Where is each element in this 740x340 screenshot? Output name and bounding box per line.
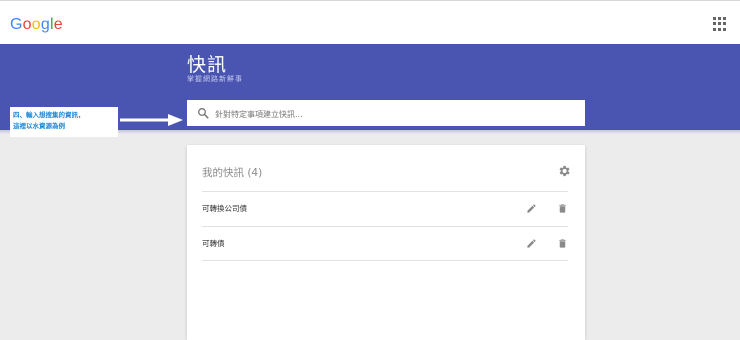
search-input[interactable] xyxy=(213,104,577,124)
search-icon xyxy=(198,108,209,119)
my-alerts-card: 我的快訊 (4) 可轉換公司債 可轉債 xyxy=(187,145,585,340)
page-subtitle: 掌握網路新鮮事 xyxy=(187,75,243,83)
annotation-arrow-icon xyxy=(120,114,183,126)
annotation-line-2: 這裡以水資源為例 xyxy=(13,122,65,130)
search-box[interactable] xyxy=(187,100,585,126)
annotation-line-1: 四、輸入想搜集的資訊， xyxy=(13,111,85,119)
gear-icon[interactable] xyxy=(557,164,571,178)
google-logo[interactable]: Google xyxy=(10,16,63,34)
logo-letter-g: G xyxy=(10,16,23,33)
apps-grid-icon[interactable] xyxy=(713,17,727,31)
alert-row[interactable]: 可轉換公司債 xyxy=(202,191,568,225)
alert-label: 可轉換公司債 xyxy=(202,204,247,213)
logo-letter-o1: o xyxy=(22,16,32,33)
top-bar: Google xyxy=(0,0,740,44)
alert-row[interactable]: 可轉債 xyxy=(202,226,568,260)
logo-letter-g2: g xyxy=(40,16,50,33)
my-alerts-title: 我的快訊 (4) xyxy=(202,167,263,179)
pencil-icon[interactable] xyxy=(526,238,537,249)
pencil-icon[interactable] xyxy=(526,203,537,214)
alert-label: 可轉債 xyxy=(202,239,225,248)
list-divider xyxy=(202,260,568,261)
logo-letter-e: e xyxy=(53,16,63,33)
logo-letter-o2: o xyxy=(31,16,41,33)
trash-icon[interactable] xyxy=(557,203,568,214)
trash-icon[interactable] xyxy=(557,238,568,249)
annotation-callout: 四、輸入想搜集的資訊， 這裡以水資源為例 xyxy=(10,107,118,137)
page-title: 快訊 xyxy=(187,54,228,76)
